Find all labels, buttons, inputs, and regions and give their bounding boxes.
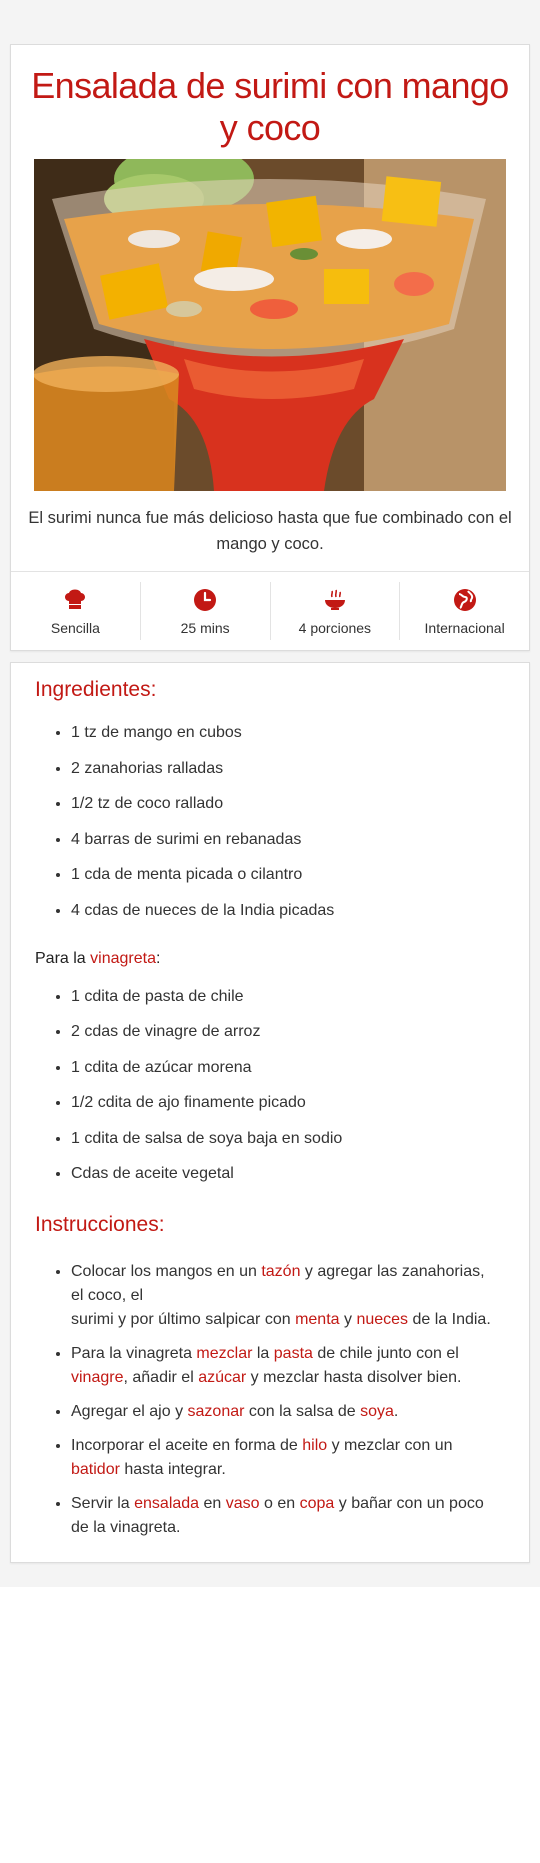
vinagreta-item: 1 cdita de azúcar morena — [71, 1058, 509, 1078]
instruction-text: o en — [259, 1495, 300, 1512]
instruction-link[interactable]: sazonar — [188, 1403, 245, 1420]
instruction-text: de la India. — [408, 1311, 491, 1328]
instruction-text: Servir la — [71, 1495, 135, 1512]
meta-time: 25 mins — [139, 582, 270, 640]
instruction-step: Colocar los mangos en un tazón y agregar… — [71, 1260, 509, 1332]
ingredients-list: 1 tz de mango en cubos 2 zanahorias rall… — [35, 723, 509, 921]
recipe-meta-bar: Sencilla 25 mins 4 porciones Internacion… — [11, 571, 529, 650]
bowl-icon — [271, 588, 400, 612]
ingredient-item: 2 zanahorias ralladas — [71, 759, 509, 779]
instruction-link[interactable]: tazón — [261, 1263, 300, 1280]
instruction-text: con la salsa de — [244, 1403, 361, 1420]
instruction-link[interactable]: menta — [295, 1311, 339, 1328]
vinagreta-list: 1 cdita de pasta de chile 2 cdas de vina… — [35, 987, 509, 1185]
recipe-intro: El surimi nunca fue más delicioso hasta … — [28, 509, 512, 553]
instruction-text: . — [393, 1403, 399, 1420]
instruction-text: de chile junto con el — [312, 1345, 459, 1362]
vinagreta-item: 1 cdita de pasta de chile — [71, 987, 509, 1007]
instruction-link[interactable]: nueces — [356, 1311, 408, 1328]
ingredient-item: 1 tz de mango en cubos — [71, 723, 509, 743]
instruction-text: Colocar los mangos en un — [71, 1263, 262, 1280]
recipe-title: Ensalada de surimi con mango y coco — [31, 65, 509, 148]
vinagreta-suffix: : — [155, 949, 161, 967]
vinagreta-prefix: Para la — [35, 949, 91, 967]
meta-difficulty: Sencilla — [11, 582, 140, 640]
instructions-heading: Instrucciones: — [35, 1213, 165, 1236]
instruction-link[interactable]: vaso — [226, 1495, 260, 1512]
meta-time-label: 25 mins — [180, 620, 230, 636]
clock-icon — [141, 588, 270, 612]
meta-servings: 4 porciones — [269, 582, 400, 640]
vinagreta-item: 2 cdas de vinagre de arroz — [71, 1022, 509, 1042]
ingredient-item: 4 barras de surimi en rebanadas — [71, 830, 509, 850]
vinagreta-link[interactable]: vinagreta — [90, 950, 156, 967]
instruction-text: en — [199, 1495, 226, 1512]
instruction-text: Incorporar el aceite en forma de — [71, 1437, 303, 1454]
vinagreta-item: Cdas de aceite vegetal — [71, 1164, 509, 1184]
instructions-list: Colocar los mangos en un tazón y agregar… — [35, 1260, 509, 1540]
meta-cuisine: Internacional — [399, 582, 529, 640]
instruction-text: y mezclar con un — [327, 1437, 453, 1454]
instruction-text: la — [252, 1345, 274, 1362]
instruction-link[interactable]: vinagre — [71, 1369, 123, 1386]
meta-cuisine-label: Internacional — [424, 620, 505, 636]
instruction-step: Para la vinagreta mezclar la pasta de ch… — [71, 1342, 509, 1390]
ingredient-item: 4 cdas de nueces de la India picadas — [71, 901, 509, 921]
salad-illustration — [34, 159, 506, 491]
vinagreta-item: 1/2 cdita de ajo finamente picado — [71, 1093, 509, 1113]
ingredients-heading: Ingredientes: — [35, 678, 157, 701]
instruction-text: Para la vinagreta — [71, 1345, 197, 1362]
vinagreta-subheading: Para la vinagreta: — [35, 949, 509, 969]
instruction-link[interactable]: batidor — [71, 1461, 120, 1478]
globe-icon — [400, 588, 529, 612]
instruction-link[interactable]: pasta — [274, 1345, 313, 1362]
instruction-link[interactable]: hilo — [302, 1437, 327, 1454]
instruction-text: y mezclar hasta disolver bien. — [246, 1369, 462, 1386]
instruction-link[interactable]: azúcar — [198, 1369, 246, 1386]
instruction-text: hasta integrar. — [119, 1461, 226, 1478]
instruction-text: y — [339, 1311, 357, 1328]
instruction-text: Agregar el ajo y — [71, 1403, 188, 1420]
instruction-text: , añadir el — [123, 1369, 199, 1386]
meta-difficulty-label: Sencilla — [50, 620, 100, 636]
instruction-link[interactable]: mezclar — [196, 1345, 252, 1362]
recipe-photo — [34, 159, 506, 491]
ingredient-item: 1 cda de menta picada o cilantro — [71, 865, 509, 885]
vinagreta-item: 1 cdita de salsa de soya baja en sodio — [71, 1129, 509, 1149]
instruction-text: surimi y por último salpicar con — [71, 1311, 296, 1328]
instruction-step: Incorporar el aceite en forma de hilo y … — [71, 1434, 509, 1482]
instruction-link[interactable]: copa — [300, 1495, 335, 1512]
recipe-body-card: Ingredientes: 1 tz de mango en cubos 2 z… — [10, 662, 530, 1563]
instruction-link[interactable]: soya — [360, 1403, 394, 1420]
chef-hat-icon — [11, 588, 140, 612]
instruction-step: Agregar el ajo y sazonar con la salsa de… — [71, 1400, 509, 1424]
instruction-link[interactable]: ensalada — [134, 1495, 199, 1512]
instruction-step: Servir la ensalada en vaso o en copa y b… — [71, 1492, 509, 1540]
meta-servings-label: 4 porciones — [298, 620, 372, 636]
recipe-header-card: Ensalada de surimi con mango y coco El s… — [10, 44, 530, 651]
ingredient-item: 1/2 tz de coco rallado — [71, 794, 509, 814]
